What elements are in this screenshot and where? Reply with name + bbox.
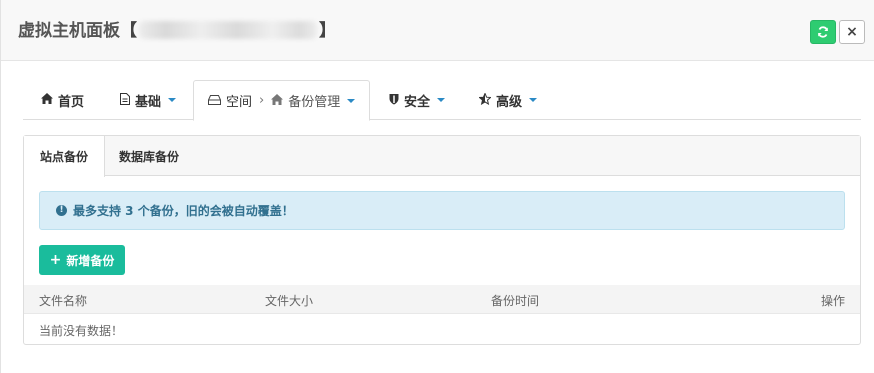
title-bracket-close: 】	[319, 21, 336, 41]
tab-site-backup[interactable]: 站点备份	[24, 136, 106, 177]
breadcrumb-backup-manage: 备份管理	[288, 95, 341, 110]
tab-security[interactable]: 安全	[389, 80, 446, 120]
backup-limit-alert: ! 最多支持 3 个备份，旧的会被自动覆盖！	[39, 191, 845, 230]
column-backup-time: 备份时间	[491, 294, 540, 308]
breadcrumb-separator: ›	[259, 93, 265, 108]
chevron-down-icon	[168, 98, 177, 102]
add-backup-label: 新增备份	[66, 253, 115, 268]
info-icon: !	[56, 205, 67, 216]
close-button[interactable]: ×	[839, 20, 865, 44]
refresh-button[interactable]	[810, 20, 836, 44]
column-file-size: 文件大小	[265, 294, 314, 308]
redacted-domain	[139, 21, 317, 39]
tab-advanced-label: 高级	[496, 94, 523, 110]
column-file-name: 文件名称	[39, 294, 88, 308]
backup-type-tabs: 站点备份 数据库备份	[24, 136, 860, 177]
tab-home[interactable]: 首页	[41, 80, 84, 120]
home-icon	[271, 93, 284, 108]
table-header: 文件名称 文件大小 备份时间 操作	[24, 285, 860, 314]
dialog-title: 虚拟主机面板【 】	[18, 19, 336, 43]
close-icon: ×	[846, 24, 858, 40]
star-half-icon	[478, 91, 492, 108]
empty-table-message: 当前没有数据！	[39, 324, 124, 338]
tab-advanced[interactable]: 高级	[478, 80, 538, 120]
shield-icon	[389, 93, 399, 108]
tab-database-backup[interactable]: 数据库备份	[103, 136, 195, 177]
tab-basic[interactable]: 基础	[120, 80, 177, 120]
dialog-titlebar: 虚拟主机面板【 】 ×	[1, 0, 874, 61]
alert-text: 最多支持 3 个备份，旧的会被自动覆盖！	[73, 204, 294, 218]
backup-panel: 站点备份 数据库备份 ! 最多支持 3 个备份，旧的会被自动覆盖！ + 新增备份…	[23, 135, 861, 345]
title-bracket-open: 【	[120, 21, 137, 41]
top-nav: 首页 基础 空间 › 备份管理 安全 高级	[23, 80, 861, 121]
tab-space[interactable]: 空间 › 备份管理	[193, 80, 371, 121]
backup-dialog: 虚拟主机面板【 】 × 首页 基础 空间 › 备份管理 安全 高级 站点备份 数据…	[0, 0, 874, 373]
hdd-icon	[208, 94, 221, 108]
file-icon	[120, 92, 130, 108]
tab-space-label: 空间	[226, 95, 253, 110]
home-icon	[41, 93, 53, 107]
tab-home-label: 首页	[58, 94, 85, 110]
add-backup-button[interactable]: + 新增备份	[39, 245, 125, 275]
dialog-title-text: 虚拟主机面板	[18, 21, 120, 41]
plus-icon: +	[49, 252, 62, 268]
column-actions: 操作	[821, 294, 846, 308]
chevron-down-icon	[529, 98, 538, 102]
refresh-icon	[818, 26, 828, 38]
tab-basic-label: 基础	[135, 94, 162, 110]
chevron-down-icon	[437, 98, 446, 102]
tab-security-label: 安全	[404, 94, 431, 110]
chevron-down-icon	[347, 98, 356, 103]
